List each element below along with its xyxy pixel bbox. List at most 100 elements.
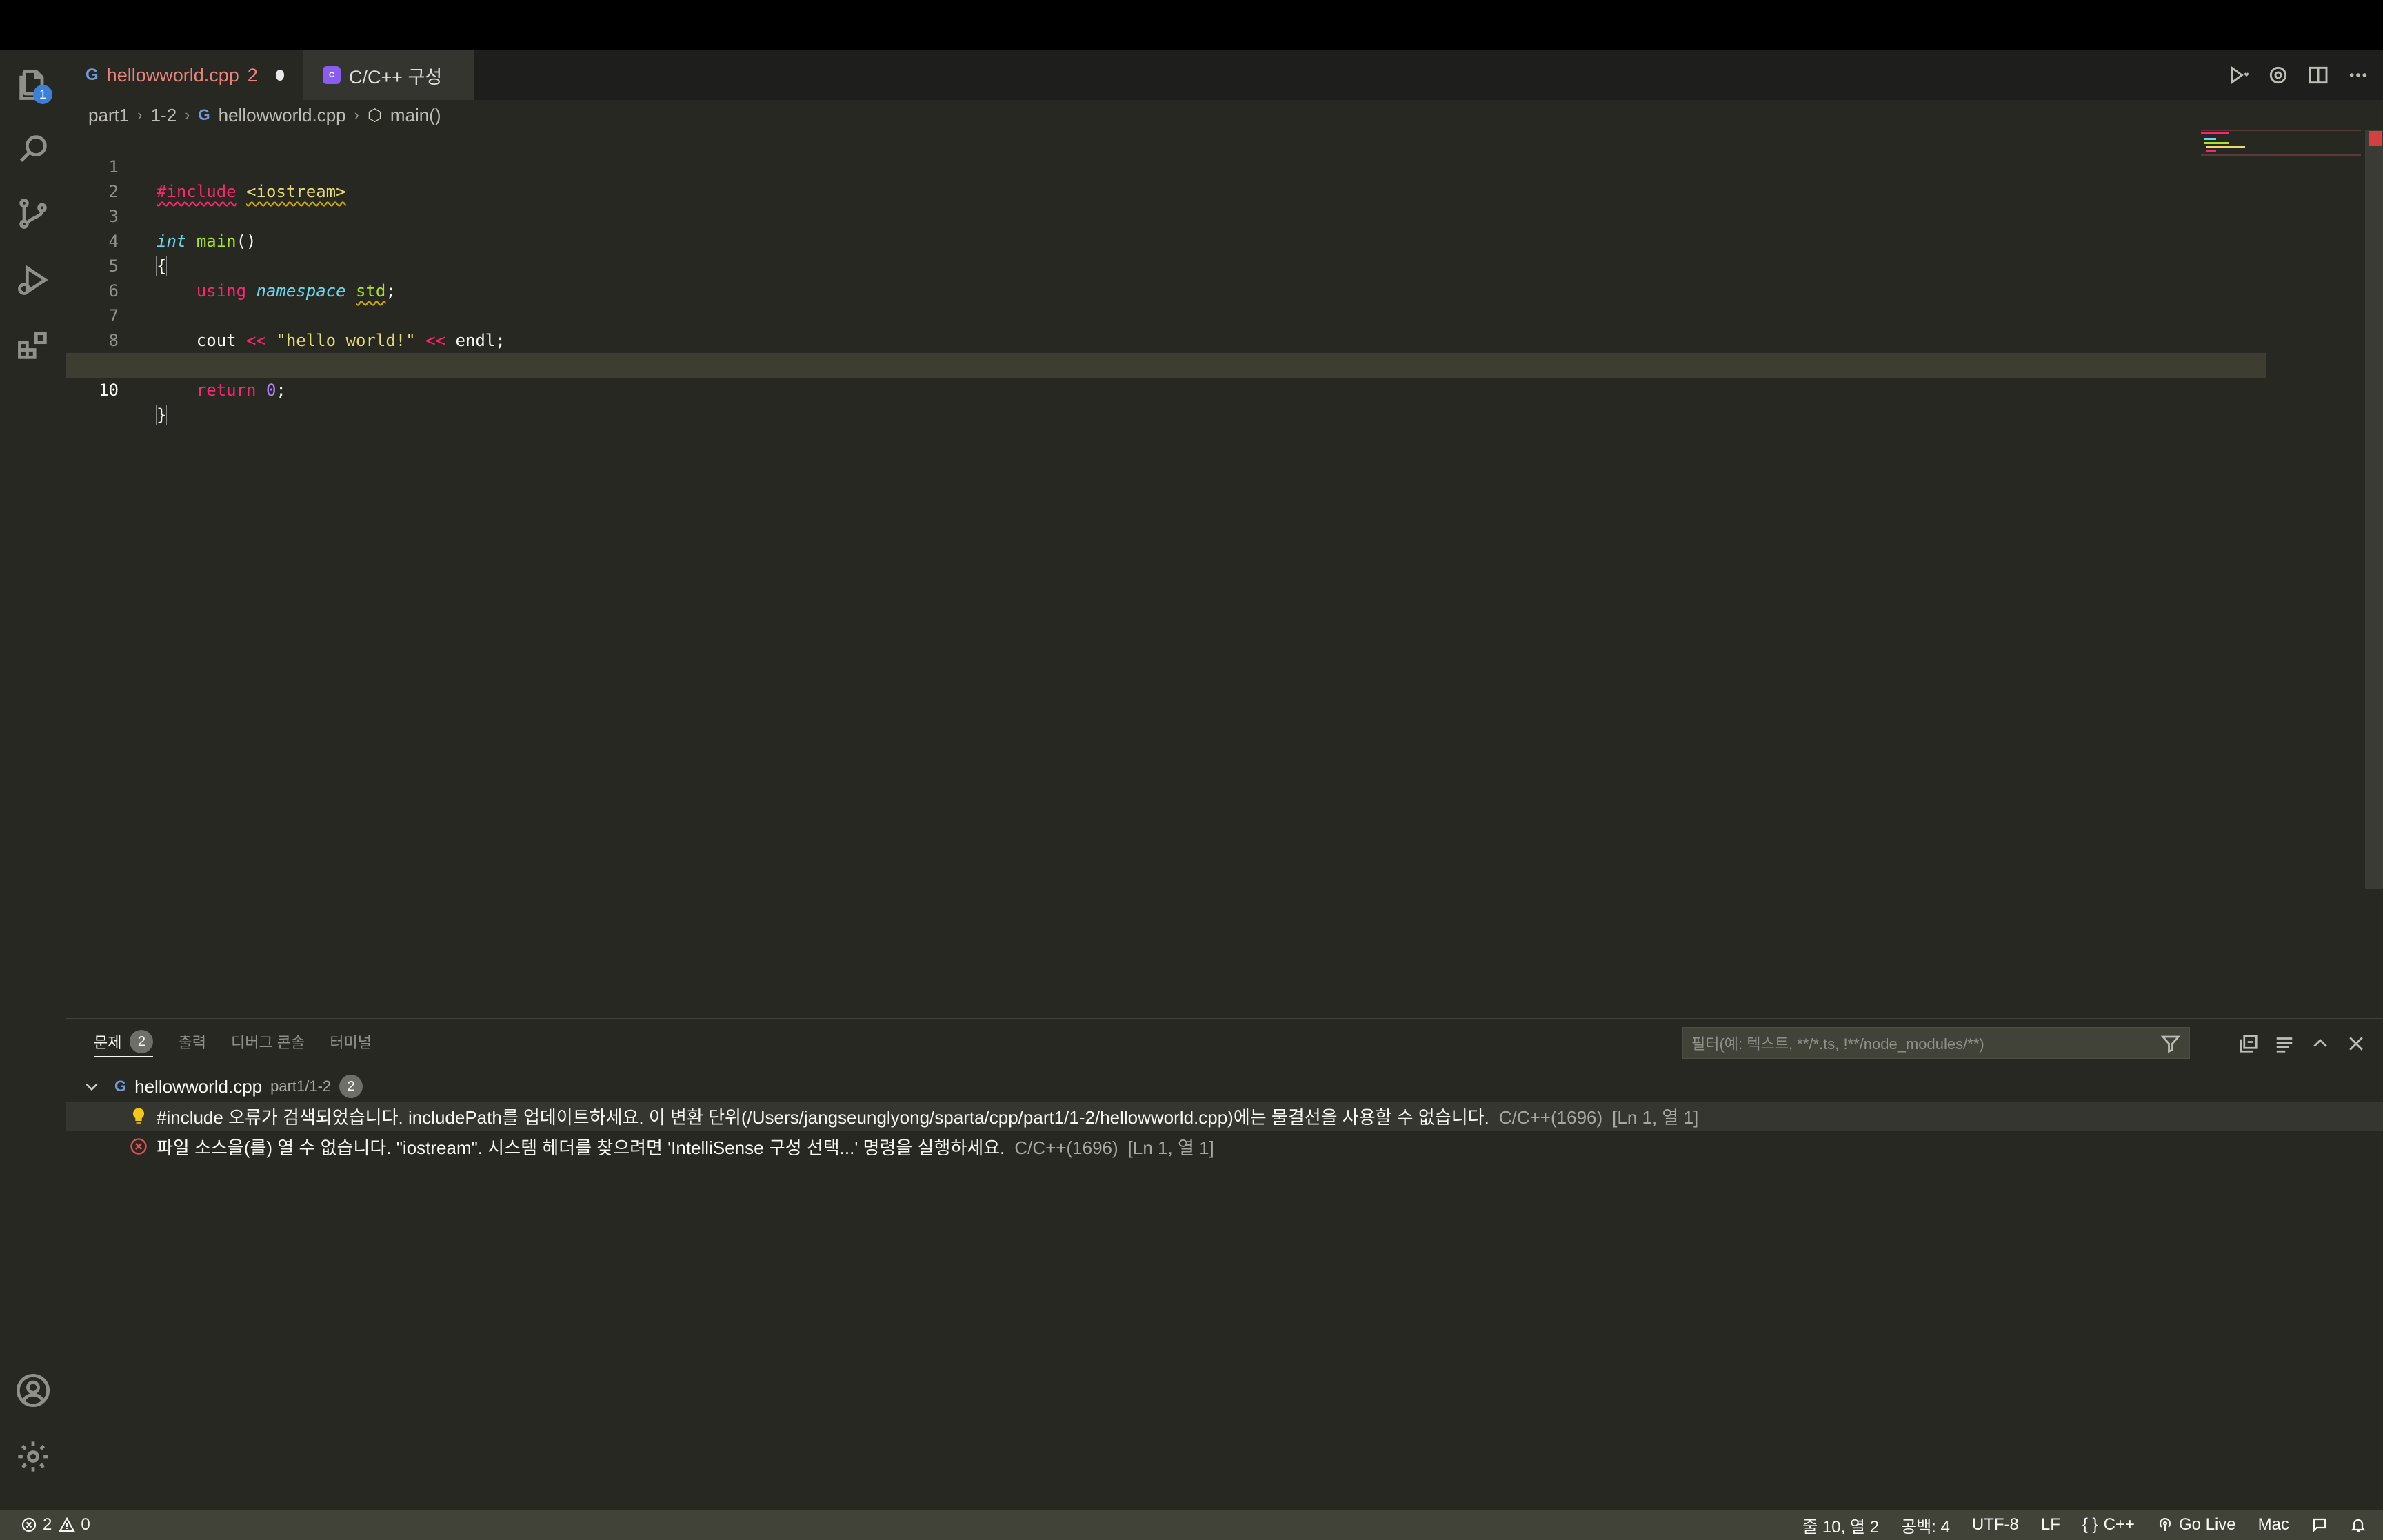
manage-gear-icon[interactable] bbox=[12, 1436, 54, 1477]
activity-bar: 1 bbox=[0, 50, 66, 1510]
problems-file-group[interactable]: G hellowworld.cpp part1/1-2 2 bbox=[83, 1073, 363, 1100]
breadcrumb-part1[interactable]: part1 bbox=[88, 105, 129, 126]
lightbulb-icon[interactable] bbox=[128, 1106, 149, 1126]
code-line-current[interactable]: 10 } bbox=[66, 353, 2266, 425]
status-warnings: 0 bbox=[59, 1515, 90, 1534]
status-language[interactable]: { } C++ bbox=[2082, 1515, 2135, 1534]
code-line[interactable]: 1 #include <iostream> bbox=[66, 130, 2266, 201]
run-debug-icon[interactable] bbox=[12, 259, 54, 301]
chevron-right-icon: › bbox=[185, 106, 190, 123]
symbol-method-icon: ⬡ bbox=[367, 105, 382, 125]
breadcrumb-symbol[interactable]: main() bbox=[390, 105, 441, 126]
split-editor-icon[interactable] bbox=[2307, 64, 2329, 86]
line-text: return 0; bbox=[196, 381, 286, 400]
vscode-window: 1 G hellowworld.cpp 2 C C/C++ 구성 part1 ›… bbox=[0, 50, 2383, 1540]
error-icon bbox=[21, 1517, 37, 1532]
tab-problems[interactable]: 문제 2 bbox=[81, 1019, 165, 1064]
problem-source: C/C++(1696) bbox=[1014, 1137, 1118, 1158]
account-icon[interactable] bbox=[12, 1370, 54, 1411]
cpp-file-icon: G bbox=[198, 106, 210, 123]
tab-hellowworld-cpp[interactable]: G hellowworld.cpp 2 bbox=[66, 50, 303, 100]
tab-cpp-config[interactable]: C C/C++ 구성 bbox=[303, 50, 474, 100]
cpp-config-icon: C bbox=[323, 66, 341, 84]
error-icon bbox=[128, 1136, 149, 1157]
cpp-file-icon: G bbox=[114, 1077, 127, 1095]
code-editor[interactable]: 1 #include <iostream> 2 3 int main() 4 {… bbox=[66, 130, 2362, 1067]
cpp-file-icon: G bbox=[86, 65, 99, 84]
tab-label: hellowworld.cpp bbox=[106, 64, 239, 85]
unsaved-dot-icon[interactable] bbox=[275, 70, 284, 81]
search-icon[interactable] bbox=[12, 128, 54, 170]
chevron-right-icon: › bbox=[354, 106, 359, 123]
code-line[interactable]: 5 using namespace std; bbox=[66, 229, 2266, 301]
tab-debug-console[interactable]: 디버그 콘솔 bbox=[219, 1019, 317, 1064]
more-actions-icon[interactable] bbox=[2347, 64, 2369, 86]
broadcast-icon bbox=[2159, 1518, 2171, 1531]
breadcrumb-1-2[interactable]: 1-2 bbox=[151, 105, 177, 126]
status-eol[interactable]: LF bbox=[2041, 1515, 2060, 1534]
warning-icon bbox=[59, 1517, 76, 1532]
tab-label: C/C++ 구성 bbox=[349, 66, 443, 88]
problems-file-count: 2 bbox=[339, 1075, 363, 1098]
status-cursor-position[interactable]: 줄 10, 열 2 bbox=[1802, 1513, 1879, 1537]
extensions-icon[interactable] bbox=[12, 325, 54, 366]
filter-icon[interactable] bbox=[2160, 1033, 2181, 1054]
code-line[interactable]: 8 bbox=[66, 303, 2266, 350]
notifications-bell-icon[interactable] bbox=[2350, 1517, 2366, 1533]
problem-item[interactable]: #include 오류가 검색되었습니다. includePath를 업데이트하… bbox=[66, 1102, 2383, 1131]
problems-file-name: hellowworld.cpp bbox=[134, 1075, 263, 1097]
status-platform[interactable]: Mac bbox=[2258, 1515, 2289, 1534]
window-title-bar bbox=[0, 0, 2383, 50]
status-problems[interactable]: 2 0 bbox=[21, 1515, 90, 1534]
status-errors: 2 bbox=[21, 1515, 52, 1534]
problem-location: [Ln 1, 열 1] bbox=[1127, 1137, 1214, 1158]
problem-source: C/C++(1696) bbox=[1498, 1106, 1603, 1128]
breadcrumb-file[interactable]: hellowworld.cpp bbox=[219, 105, 346, 126]
scrollbar-thumb[interactable] bbox=[2366, 130, 2383, 889]
breadcrumb: part1 › 1-2 › G hellowworld.cpp › ⬡ main… bbox=[88, 101, 441, 129]
source-control-icon[interactable] bbox=[12, 193, 54, 234]
tab-terminal[interactable]: 터미널 bbox=[317, 1019, 384, 1064]
code-line[interactable]: 3 int main() bbox=[66, 179, 2266, 251]
editor-scrollbar[interactable] bbox=[2365, 130, 2383, 889]
explorer-badge: 1 bbox=[33, 85, 52, 104]
code-line[interactable]: 9 return 0; bbox=[66, 328, 2266, 400]
problem-location: [Ln 1, 열 1] bbox=[1612, 1106, 1699, 1128]
status-encoding[interactable]: UTF-8 bbox=[1972, 1515, 2019, 1534]
problem-message: 파일 소스을(를) 열 수 없습니다. "iostream". 시스템 헤더를 … bbox=[157, 1137, 1214, 1158]
code-line[interactable]: 4 { bbox=[66, 204, 2266, 276]
explorer-icon[interactable]: 1 bbox=[12, 64, 54, 105]
tab-label: 문제 bbox=[94, 1034, 122, 1051]
minimap[interactable] bbox=[2201, 130, 2364, 205]
chevron-down-icon[interactable] bbox=[83, 1077, 101, 1095]
scrollbar-error-marker bbox=[2369, 131, 2382, 146]
tab-label: 출력 bbox=[178, 1034, 206, 1051]
maximize-panel-icon[interactable] bbox=[2310, 1033, 2331, 1054]
panel-actions bbox=[2238, 1029, 2366, 1059]
status-bar: 2 0 줄 10, 열 2 공백: 4 UTF-8 LF { } C++ Go … bbox=[0, 1510, 2383, 1540]
close-panel-icon[interactable] bbox=[2346, 1033, 2366, 1054]
feedback-icon[interactable] bbox=[2311, 1517, 2328, 1533]
tab-output[interactable]: 출력 bbox=[165, 1019, 218, 1064]
line-text: } bbox=[155, 405, 168, 425]
problem-item[interactable]: 파일 소스을(를) 열 수 없습니다. "iostream". 시스템 헤더를 … bbox=[66, 1132, 2383, 1161]
line-number: 10 bbox=[99, 381, 119, 400]
view-as-list-icon[interactable] bbox=[2274, 1033, 2295, 1054]
panel-tab-bar: 문제 2 출력 디버그 콘솔 터미널 bbox=[66, 1019, 384, 1064]
status-indentation[interactable]: 공백: 4 bbox=[1901, 1513, 1950, 1537]
problem-message: #include 오류가 검색되었습니다. includePath를 업데이트하… bbox=[157, 1106, 1699, 1128]
collapse-all-icon[interactable] bbox=[2238, 1033, 2259, 1054]
run-dropdown-icon[interactable] bbox=[2227, 64, 2249, 86]
code-line[interactable]: 6 bbox=[66, 254, 2266, 301]
tab-label: 디버그 콘솔 bbox=[230, 1034, 305, 1051]
problems-file-path: part1/1-2 bbox=[270, 1077, 332, 1095]
code-line[interactable]: 2 bbox=[66, 154, 2266, 201]
settings-gear-icon[interactable] bbox=[2267, 64, 2289, 86]
chevron-right-icon: › bbox=[137, 106, 143, 123]
code-line[interactable]: 7 cout << "hello world!" << endl; bbox=[66, 278, 2266, 350]
status-golive[interactable]: Go Live bbox=[2157, 1515, 2236, 1534]
problems-filter-input[interactable]: 필터(예: 텍스트, **/*.ts, !**/node_modules/**) bbox=[1682, 1027, 2190, 1059]
problems-panel: 문제 2 출력 디버그 콘솔 터미널 필터(예: 텍스트, **/*.ts, !… bbox=[66, 1018, 2383, 1510]
tab-label: 터미널 bbox=[330, 1034, 372, 1051]
problems-count-badge: 2 bbox=[130, 1030, 154, 1053]
